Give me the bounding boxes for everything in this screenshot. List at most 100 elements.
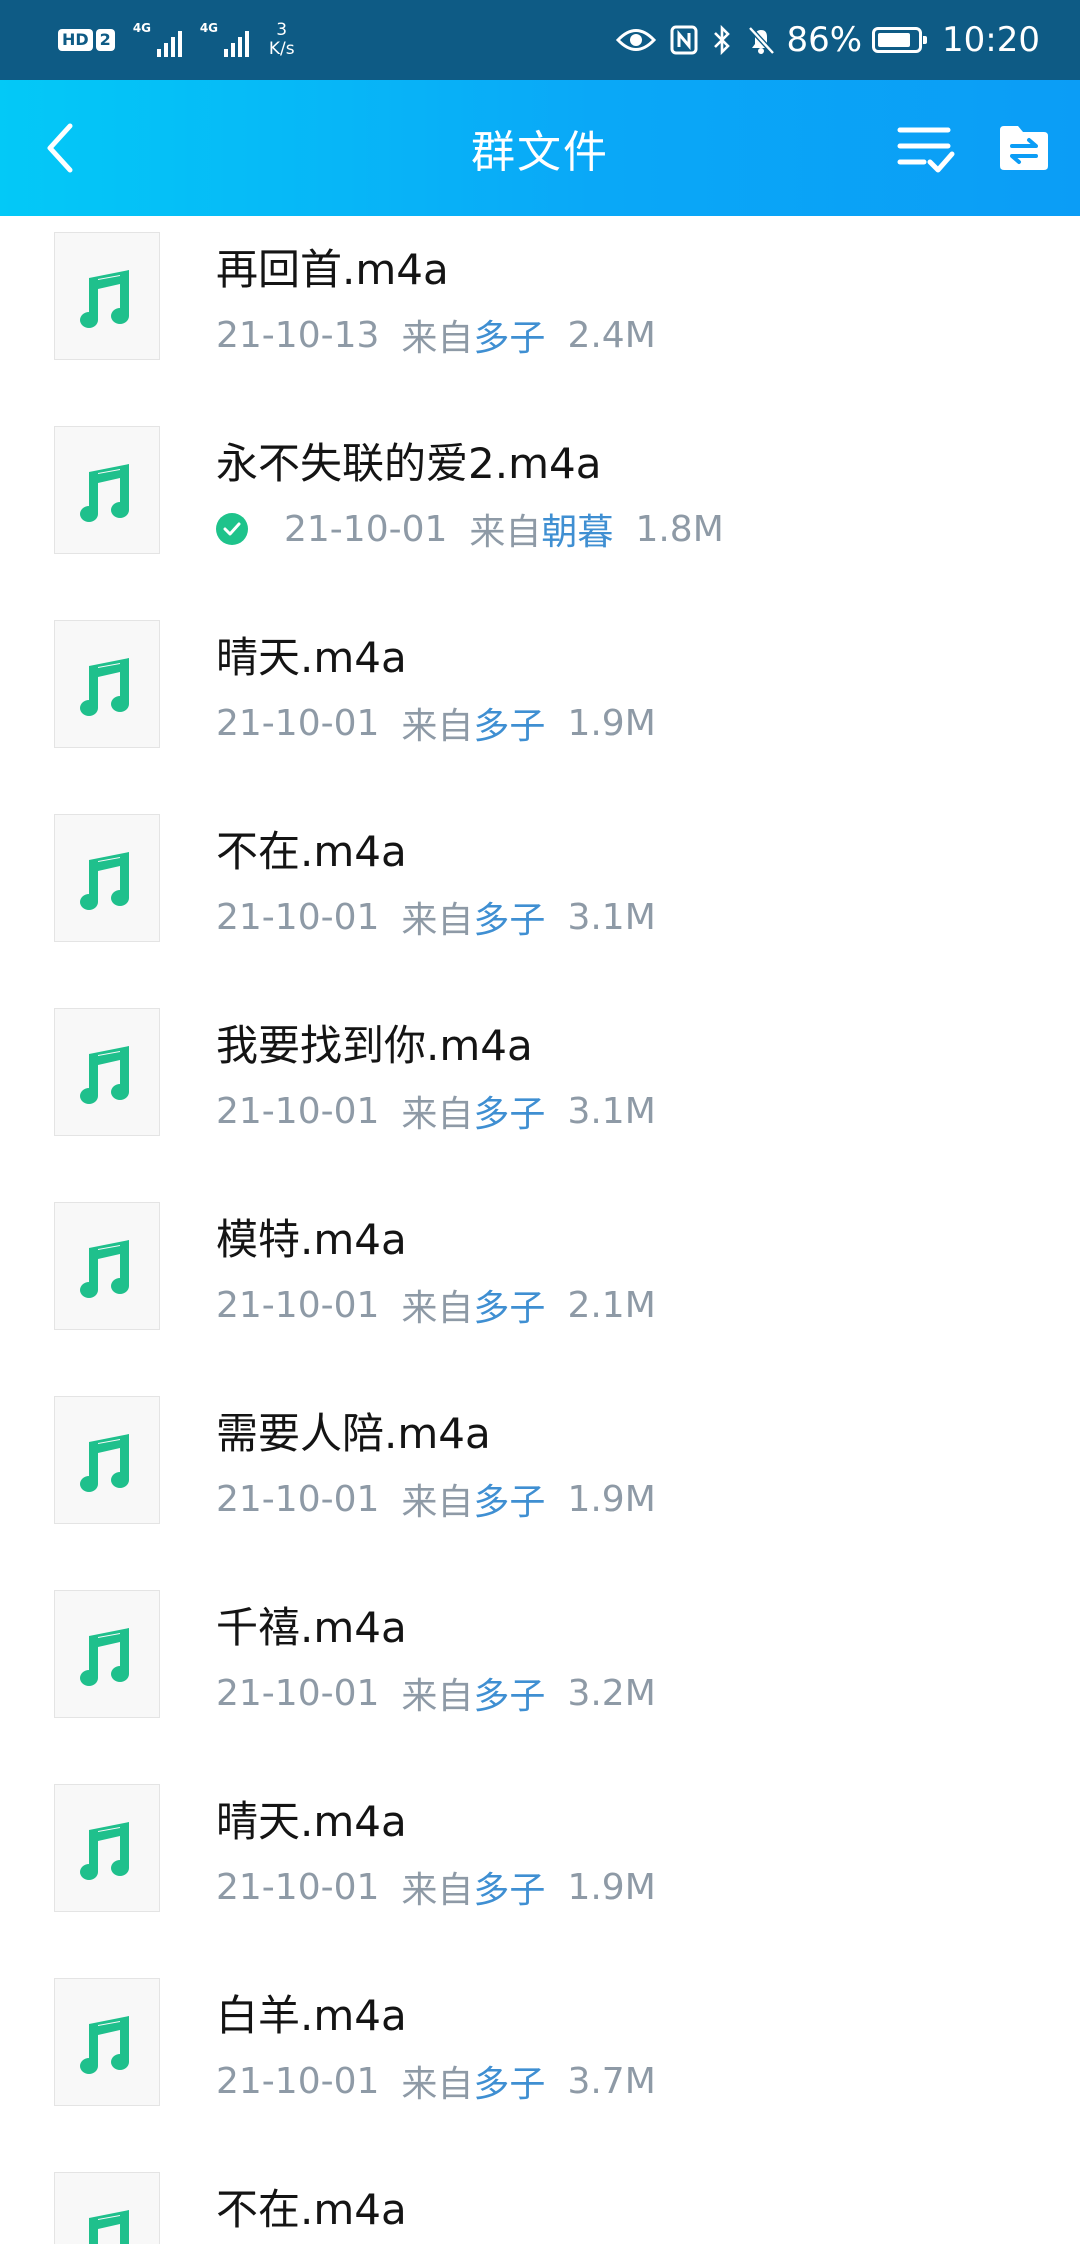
signal-1-icon: 4G xyxy=(133,21,182,57)
file-name: 再回首.m4a xyxy=(216,245,449,294)
file-date: 21-10-01 xyxy=(216,2060,380,2102)
file-sender-link[interactable]: 多子 xyxy=(473,309,545,361)
file-from-label: 来自 xyxy=(401,1288,474,1329)
file-name: 永不失联的爱2.m4a xyxy=(216,439,602,488)
file-name: 不在.m4a xyxy=(216,2185,407,2234)
file-from-label: 来自 xyxy=(401,1482,474,1523)
music-note-icon xyxy=(80,658,129,716)
file-row[interactable]: 晴天.m4a 21-10-01 来自 多子 1.9M xyxy=(0,602,1080,796)
file-sender-link[interactable]: 多子 xyxy=(473,2055,545,2107)
file-meta: 21-10-13 来自 多子 2.4M xyxy=(216,309,656,361)
file-thumbnail xyxy=(54,2172,160,2244)
hd-label: HD xyxy=(58,29,93,51)
file-from-label: 来自 xyxy=(401,1094,474,1135)
network-speed-unit: K/s xyxy=(268,39,295,59)
file-row[interactable]: 不在.m4a 21-10-01 来自 多子 3.1M xyxy=(0,796,1080,990)
file-row[interactable]: 我要找到你.m4a 21-10-01 来自 多子 3.1M xyxy=(0,990,1080,1184)
folder-transfer-icon xyxy=(1000,126,1048,170)
file-sender-link[interactable]: 多子 xyxy=(473,1085,545,1137)
file-name: 晴天.m4a xyxy=(216,1797,407,1846)
music-note-icon xyxy=(80,1240,129,1298)
file-sender-link[interactable]: 多子 xyxy=(473,1667,545,1719)
file-sender-link[interactable]: 多子 xyxy=(473,1473,545,1525)
list-check-icon xyxy=(897,127,955,173)
file-size: 2.1M xyxy=(567,1284,656,1326)
chevron-left-icon xyxy=(47,123,73,173)
file-meta: 21-10-01 来自 朝暮 1.8M xyxy=(216,503,724,555)
file-name: 千禧.m4a xyxy=(216,1603,407,1652)
file-row[interactable]: 千禧.m4a 21-10-01 来自 多子 3.2M xyxy=(0,1572,1080,1766)
battery-percent: 86% xyxy=(786,20,863,60)
music-note-icon xyxy=(80,270,129,328)
file-from-label: 来自 xyxy=(401,2064,474,2105)
file-thumbnail xyxy=(54,814,160,942)
hd-badge: HD 2 xyxy=(58,29,115,51)
file-size: 1.9M xyxy=(567,1478,656,1520)
file-row[interactable]: 不在.m4a xyxy=(0,2154,1080,2244)
file-row[interactable]: 需要人陪.m4a 21-10-01 来自 多子 1.9M xyxy=(0,1378,1080,1572)
signal-2-icon: 4G xyxy=(199,21,249,57)
back-button[interactable] xyxy=(40,118,100,178)
file-meta: 21-10-01 来自 多子 3.7M xyxy=(216,2055,656,2107)
file-name: 需要人陪.m4a xyxy=(216,1409,491,1458)
file-size: 3.1M xyxy=(567,1090,656,1132)
file-size: 3.1M xyxy=(567,896,656,938)
battery-icon xyxy=(872,27,928,53)
file-list: 再回首.m4a 21-10-13 来自 多子 2.4M 永不失联的爱2.m4a … xyxy=(0,216,1080,2244)
clock: 10:20 xyxy=(942,20,1040,60)
file-date: 21-10-01 xyxy=(284,508,448,550)
file-from-label: 来自 xyxy=(401,900,474,941)
file-meta: 21-10-01 来自 多子 3.1M xyxy=(216,891,656,943)
file-meta: 21-10-01 来自 多子 3.1M xyxy=(216,1085,656,1137)
file-date: 21-10-01 xyxy=(216,1284,380,1326)
file-row[interactable]: 白羊.m4a 21-10-01 来自 多子 3.7M xyxy=(0,1960,1080,2154)
signal-2-label: 4G xyxy=(199,21,219,35)
file-name: 晴天.m4a xyxy=(216,633,407,682)
music-note-icon xyxy=(80,2016,129,2074)
file-meta: 21-10-01 来自 多子 3.2M xyxy=(216,1667,656,1719)
status-bar-right: 86% 10:20 xyxy=(602,0,1040,80)
file-size: 3.7M xyxy=(567,2060,656,2102)
file-row[interactable]: 晴天.m4a 21-10-01 来自 多子 1.9M xyxy=(0,1766,1080,1960)
file-from-label: 来自 xyxy=(401,706,474,747)
network-speed: 3 K/s xyxy=(269,21,295,59)
file-size: 1.9M xyxy=(567,1866,656,1908)
status-bar: HD 2 4G 4G 3 K/s 86% 10:20 xyxy=(0,0,1080,80)
multi-select-button[interactable] xyxy=(896,122,956,178)
file-sender-link[interactable]: 多子 xyxy=(473,1861,545,1913)
title-bar: 群文件 xyxy=(0,80,1080,216)
file-size: 3.2M xyxy=(567,1672,656,1714)
file-sender-link[interactable]: 朝暮 xyxy=(541,503,613,555)
eye-icon xyxy=(616,27,657,53)
battery-fill xyxy=(878,33,910,47)
file-row[interactable]: 模特.m4a 21-10-01 来自 多子 2.1M xyxy=(0,1184,1080,1378)
file-from-label: 来自 xyxy=(401,1870,474,1911)
file-sender-link[interactable]: 多子 xyxy=(473,697,545,749)
file-name: 白羊.m4a xyxy=(216,1991,407,2040)
music-note-icon xyxy=(80,1822,129,1880)
file-meta: 21-10-01 来自 多子 1.9M xyxy=(216,1861,656,1913)
music-note-icon xyxy=(80,1046,129,1104)
file-date: 21-10-01 xyxy=(216,1672,380,1714)
file-sender-link[interactable]: 多子 xyxy=(473,1279,545,1331)
file-date: 21-10-01 xyxy=(216,1478,380,1520)
file-size: 2.4M xyxy=(567,314,656,356)
file-date: 21-10-01 xyxy=(216,702,380,744)
music-note-icon xyxy=(80,852,129,910)
file-thumbnail xyxy=(54,1590,160,1718)
file-meta: 21-10-01 来自 多子 2.1M xyxy=(216,1279,656,1331)
file-thumbnail xyxy=(54,620,160,748)
music-note-icon xyxy=(89,2210,129,2244)
file-date: 21-10-01 xyxy=(216,896,380,938)
file-name: 不在.m4a xyxy=(216,827,407,876)
transfer-folder-button[interactable] xyxy=(996,122,1052,174)
file-meta: 21-10-01 来自 多子 1.9M xyxy=(216,697,656,749)
file-from-label: 来自 xyxy=(401,1676,474,1717)
file-thumbnail xyxy=(54,1784,160,1912)
file-date: 21-10-01 xyxy=(216,1866,380,1908)
file-row[interactable]: 永不失联的爱2.m4a 21-10-01 来自 朝暮 1.8M xyxy=(0,408,1080,602)
file-name: 模特.m4a xyxy=(216,1215,407,1264)
file-size: 1.9M xyxy=(567,702,656,744)
file-row[interactable]: 再回首.m4a 21-10-13 来自 多子 2.4M xyxy=(0,216,1080,408)
file-sender-link[interactable]: 多子 xyxy=(473,891,545,943)
